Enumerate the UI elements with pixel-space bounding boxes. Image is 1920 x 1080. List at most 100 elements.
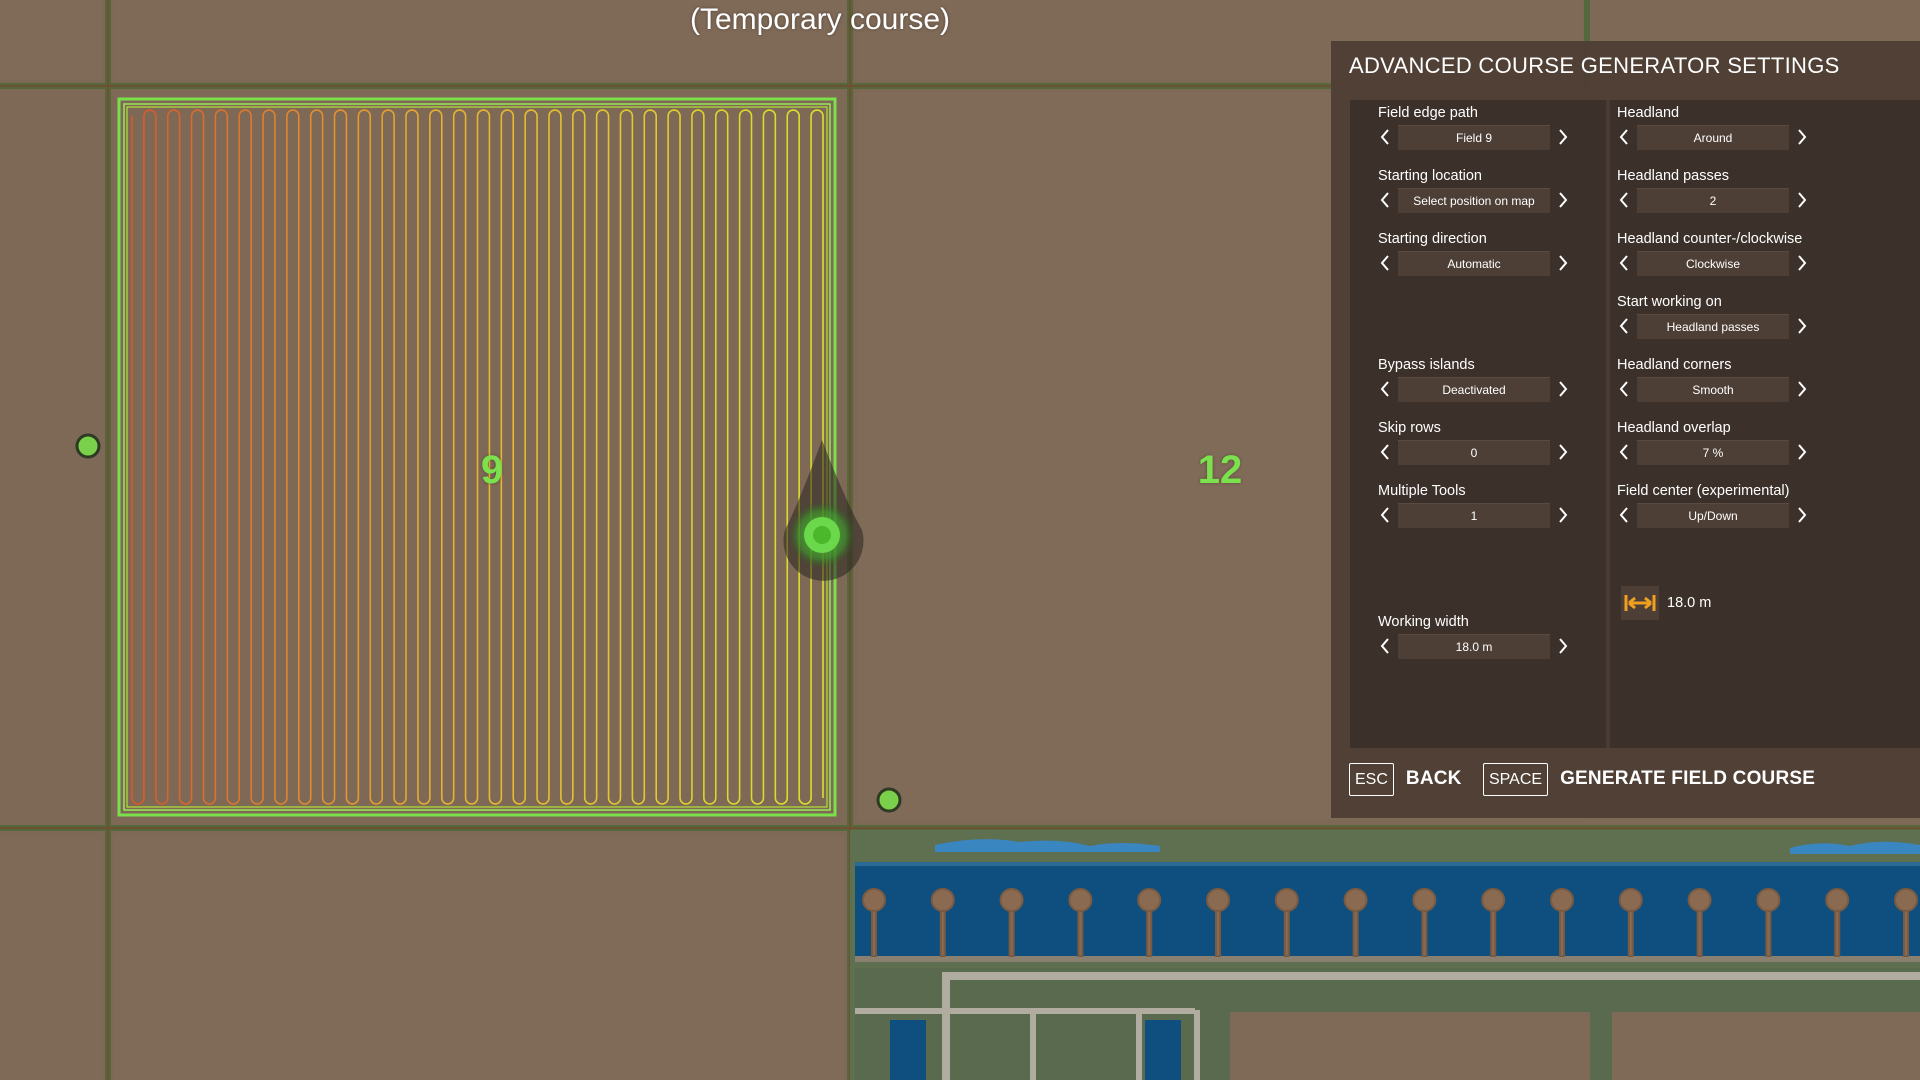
setting-value: Clockwise (1637, 251, 1789, 276)
settings-grid: Field edge path Field 9 Starting locatio… (1350, 100, 1920, 748)
working-width-selector[interactable]: 18.0 m (1374, 634, 1574, 659)
pier-head (1550, 888, 1574, 912)
headland-corners-selector[interactable]: Smooth (1613, 377, 1813, 402)
setting-label: Start working on (1617, 294, 1722, 310)
chevron-left-icon[interactable] (1374, 377, 1396, 401)
setting-label: Headland passes (1617, 168, 1730, 184)
setting-value: 18.0 m (1398, 634, 1550, 659)
chevron-right-icon[interactable] (1791, 188, 1813, 212)
multiple-tools-selector[interactable]: 1 (1374, 503, 1574, 528)
headland-selector[interactable]: Around (1613, 125, 1813, 150)
chevron-left-icon[interactable] (1374, 634, 1396, 658)
working-width-value: 18.0 m (1667, 595, 1712, 611)
pier-head (999, 888, 1024, 912)
chevron-right-icon[interactable] (1791, 251, 1813, 275)
chevron-left-icon[interactable] (1613, 440, 1635, 464)
setting-value: 2 (1637, 188, 1789, 213)
skip-rows-selector[interactable]: 0 (1374, 440, 1574, 465)
chevron-left-icon[interactable] (1613, 125, 1635, 149)
chevron-left-icon[interactable] (1374, 188, 1396, 212)
pier-head (1481, 888, 1506, 912)
map-marker-icon[interactable] (876, 787, 902, 813)
setting-starting-direction: Starting direction Automatic (1374, 229, 1574, 279)
starting-location-selector[interactable]: Select position on map (1374, 188, 1574, 213)
setting-headland-corners: Headland corners Smooth (1613, 355, 1813, 405)
setting-field-center: Field center (experimental) Up/Down (1613, 481, 1813, 531)
chevron-right-icon[interactable] (1552, 125, 1574, 149)
chevron-left-icon[interactable] (1374, 503, 1396, 527)
pier-head (1068, 888, 1093, 912)
chevron-right-icon[interactable] (1791, 125, 1813, 149)
harbor-area (850, 830, 1920, 1080)
setting-bypass-islands: Bypass islands Deactivated (1374, 355, 1574, 405)
chevron-left-icon[interactable] (1374, 251, 1396, 275)
headland-overlap-selector[interactable]: 7 % (1613, 440, 1813, 465)
pier-head (1894, 888, 1918, 912)
setting-multiple-tools: Multiple Tools 1 (1374, 481, 1574, 531)
setting-working-width: Working width 18.0 m (1374, 612, 1574, 662)
starting-direction-selector[interactable]: Automatic (1374, 251, 1574, 276)
chevron-left-icon[interactable] (1613, 377, 1635, 401)
map-marker-icon[interactable] (75, 433, 101, 459)
chevron-right-icon[interactable] (1552, 634, 1574, 658)
chevron-left-icon[interactable] (1374, 125, 1396, 149)
setting-value: Smooth (1637, 377, 1789, 402)
generate-label: GENERATE FIELD COURSE (1560, 768, 1816, 789)
setting-label: Working width (1378, 614, 1469, 630)
back-label: BACK (1405, 768, 1462, 789)
generate-field-course-button[interactable]: SPACE GENERATE FIELD COURSE (1483, 762, 1815, 796)
chevron-right-icon[interactable] (1791, 503, 1813, 527)
headland-passes-selector[interactable]: 2 (1613, 188, 1813, 213)
pier-head (1343, 888, 1368, 912)
setting-label: Starting location (1378, 168, 1482, 184)
setting-headland-passes: Headland passes 2 (1613, 166, 1813, 216)
bypass-islands-selector[interactable]: Deactivated (1374, 377, 1574, 402)
setting-label: Starting direction (1378, 231, 1487, 247)
setting-label: Headland (1617, 105, 1680, 121)
chevron-left-icon[interactable] (1374, 440, 1396, 464)
setting-label: Skip rows (1378, 420, 1441, 436)
space-key-hint: SPACE (1483, 762, 1549, 796)
setting-field-edge-path: Field edge path Field 9 (1374, 103, 1574, 153)
chevron-right-icon[interactable] (1552, 440, 1574, 464)
chevron-left-icon[interactable] (1613, 188, 1635, 212)
chevron-left-icon[interactable] (1613, 251, 1635, 275)
chevron-right-icon[interactable] (1791, 314, 1813, 338)
setting-label: Headland counter-/clockwise (1617, 231, 1803, 247)
field-center-selector[interactable]: Up/Down (1613, 503, 1813, 528)
map-title: (Temporary course) (689, 3, 951, 36)
chevron-left-icon[interactable] (1613, 503, 1635, 527)
pier-head (1137, 888, 1162, 912)
chevron-right-icon[interactable] (1552, 188, 1574, 212)
chevron-left-icon[interactable] (1613, 314, 1635, 338)
back-button[interactable]: ESC BACK (1349, 762, 1462, 796)
setting-value: Field 9 (1398, 125, 1550, 150)
start-working-on-selector[interactable]: Headland passes (1613, 314, 1813, 339)
setting-value: Deactivated (1398, 377, 1550, 402)
pier-head (1274, 888, 1299, 912)
chevron-right-icon[interactable] (1552, 377, 1574, 401)
chevron-right-icon[interactable] (1552, 503, 1574, 527)
pier-head (1206, 888, 1230, 912)
pier-head (1412, 888, 1437, 912)
chevron-right-icon[interactable] (1791, 377, 1813, 401)
setting-headland-direction: Headland counter-/clockwise Clockwise (1613, 229, 1813, 279)
headland-direction-selector[interactable]: Clockwise (1613, 251, 1813, 276)
pier-head (862, 888, 886, 912)
course-generator-panel: ADVANCED COURSE GENERATOR SETTINGS Field… (1331, 41, 1920, 818)
field-number-label: 9 (480, 448, 504, 492)
chevron-right-icon[interactable] (1552, 251, 1574, 275)
column-divider (1606, 100, 1610, 748)
pier-head (1756, 888, 1781, 912)
setting-label: Headland overlap (1617, 420, 1731, 436)
setting-headland-overlap: Headland overlap 7 % (1613, 418, 1813, 468)
setting-value: Headland passes (1637, 314, 1789, 339)
setting-label: Field edge path (1378, 105, 1478, 121)
setting-value: Select position on map (1398, 188, 1550, 213)
setting-start-working-on: Start working on Headland passes (1613, 292, 1813, 342)
setting-label: Field center (experimental) (1617, 483, 1790, 499)
setting-starting-location: Starting location Select position on map (1374, 166, 1574, 216)
setting-value: 7 % (1637, 440, 1789, 465)
field-edge-path-selector[interactable]: Field 9 (1374, 125, 1574, 150)
chevron-right-icon[interactable] (1791, 440, 1813, 464)
